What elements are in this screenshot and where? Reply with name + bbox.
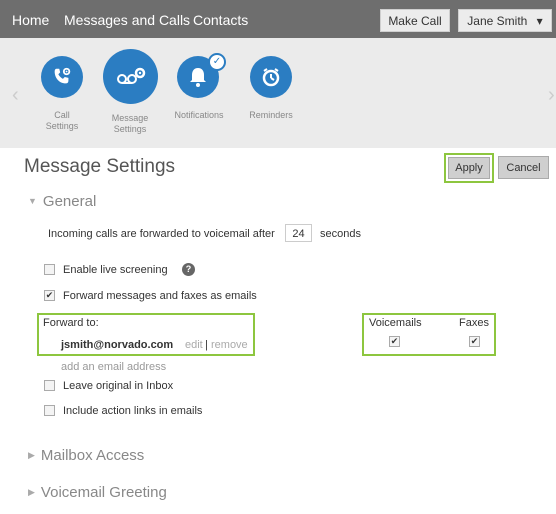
link-separator: | — [205, 339, 208, 351]
reminders-label[interactable]: Reminders — [246, 110, 296, 121]
section-general[interactable]: ▼ General — [28, 193, 96, 210]
chevron-down-icon: ▾ — [536, 14, 543, 28]
add-email-link[interactable]: add an email address — [61, 361, 166, 373]
forward-seconds-input[interactable]: 24 — [285, 224, 312, 242]
checkmark-badge-icon: ✓ — [208, 53, 226, 71]
apply-button[interactable]: Apply — [448, 157, 490, 179]
phone-gear-icon — [54, 67, 71, 84]
cancel-button[interactable]: Cancel — [498, 156, 549, 179]
forward-delay-text: Incoming calls are forwarded to voicemai… — [48, 228, 275, 240]
section-mailbox-access[interactable]: ▶ Mailbox Access — [28, 447, 144, 464]
faxes-checkbox[interactable]: ✔ — [469, 336, 480, 347]
caret-right-icon: ▶ — [28, 487, 35, 497]
voicemail-gear-icon — [116, 67, 145, 84]
chevron-right-icon[interactable]: › — [548, 84, 555, 107]
live-screening-checkbox[interactable] — [44, 264, 55, 275]
message-settings-button[interactable] — [103, 49, 158, 104]
forward-email: jsmith@norvado.com — [61, 339, 174, 351]
apply-highlight: Apply — [444, 153, 494, 183]
message-settings-label[interactable]: Message Settings — [106, 113, 154, 135]
leave-original-label: Leave original in Inbox — [63, 380, 174, 392]
leave-original-checkbox[interactable] — [44, 380, 55, 391]
notifications-label[interactable]: Notifications — [172, 110, 226, 121]
live-screening-label: Enable live screening — [63, 264, 168, 276]
nav-messages-and-calls[interactable]: Messages and Calls — [64, 0, 190, 38]
voicemails-header: Voicemails — [369, 317, 422, 329]
make-call-button[interactable]: Make Call — [380, 9, 450, 32]
chevron-left-icon[interactable]: ‹ — [12, 84, 19, 107]
call-settings-button[interactable] — [41, 56, 83, 98]
voicemails-checkbox[interactable]: ✔ — [389, 336, 400, 347]
clock-icon — [262, 68, 280, 87]
bell-icon — [190, 68, 206, 87]
seconds-label: seconds — [320, 228, 361, 240]
edit-link[interactable]: edit — [185, 339, 203, 351]
reminders-button[interactable] — [250, 56, 292, 98]
page-title: Message Settings — [24, 156, 176, 177]
forward-messages-label: Forward messages and faxes as emails — [63, 290, 257, 302]
help-icon[interactable]: ? — [182, 263, 195, 276]
include-links-label: Include action links in emails — [63, 405, 203, 417]
remove-link[interactable]: remove — [211, 339, 248, 351]
caret-down-icon: ▼ — [28, 196, 37, 206]
user-name: Jane Smith — [467, 14, 528, 28]
section-voicemail-greeting[interactable]: ▶ Voicemail Greeting — [28, 484, 167, 501]
nav-contacts[interactable]: Contacts — [193, 0, 248, 38]
nav-home[interactable]: Home — [12, 0, 49, 38]
call-settings-label[interactable]: Call Settings — [38, 110, 86, 132]
forward-to-label: Forward to: — [43, 317, 99, 329]
user-menu-button[interactable]: Jane Smith ▾ — [458, 9, 552, 32]
forward-messages-checkbox[interactable]: ✔ — [44, 290, 55, 301]
include-links-checkbox[interactable] — [44, 405, 55, 416]
faxes-header: Faxes — [459, 317, 489, 329]
caret-right-icon: ▶ — [28, 450, 35, 460]
